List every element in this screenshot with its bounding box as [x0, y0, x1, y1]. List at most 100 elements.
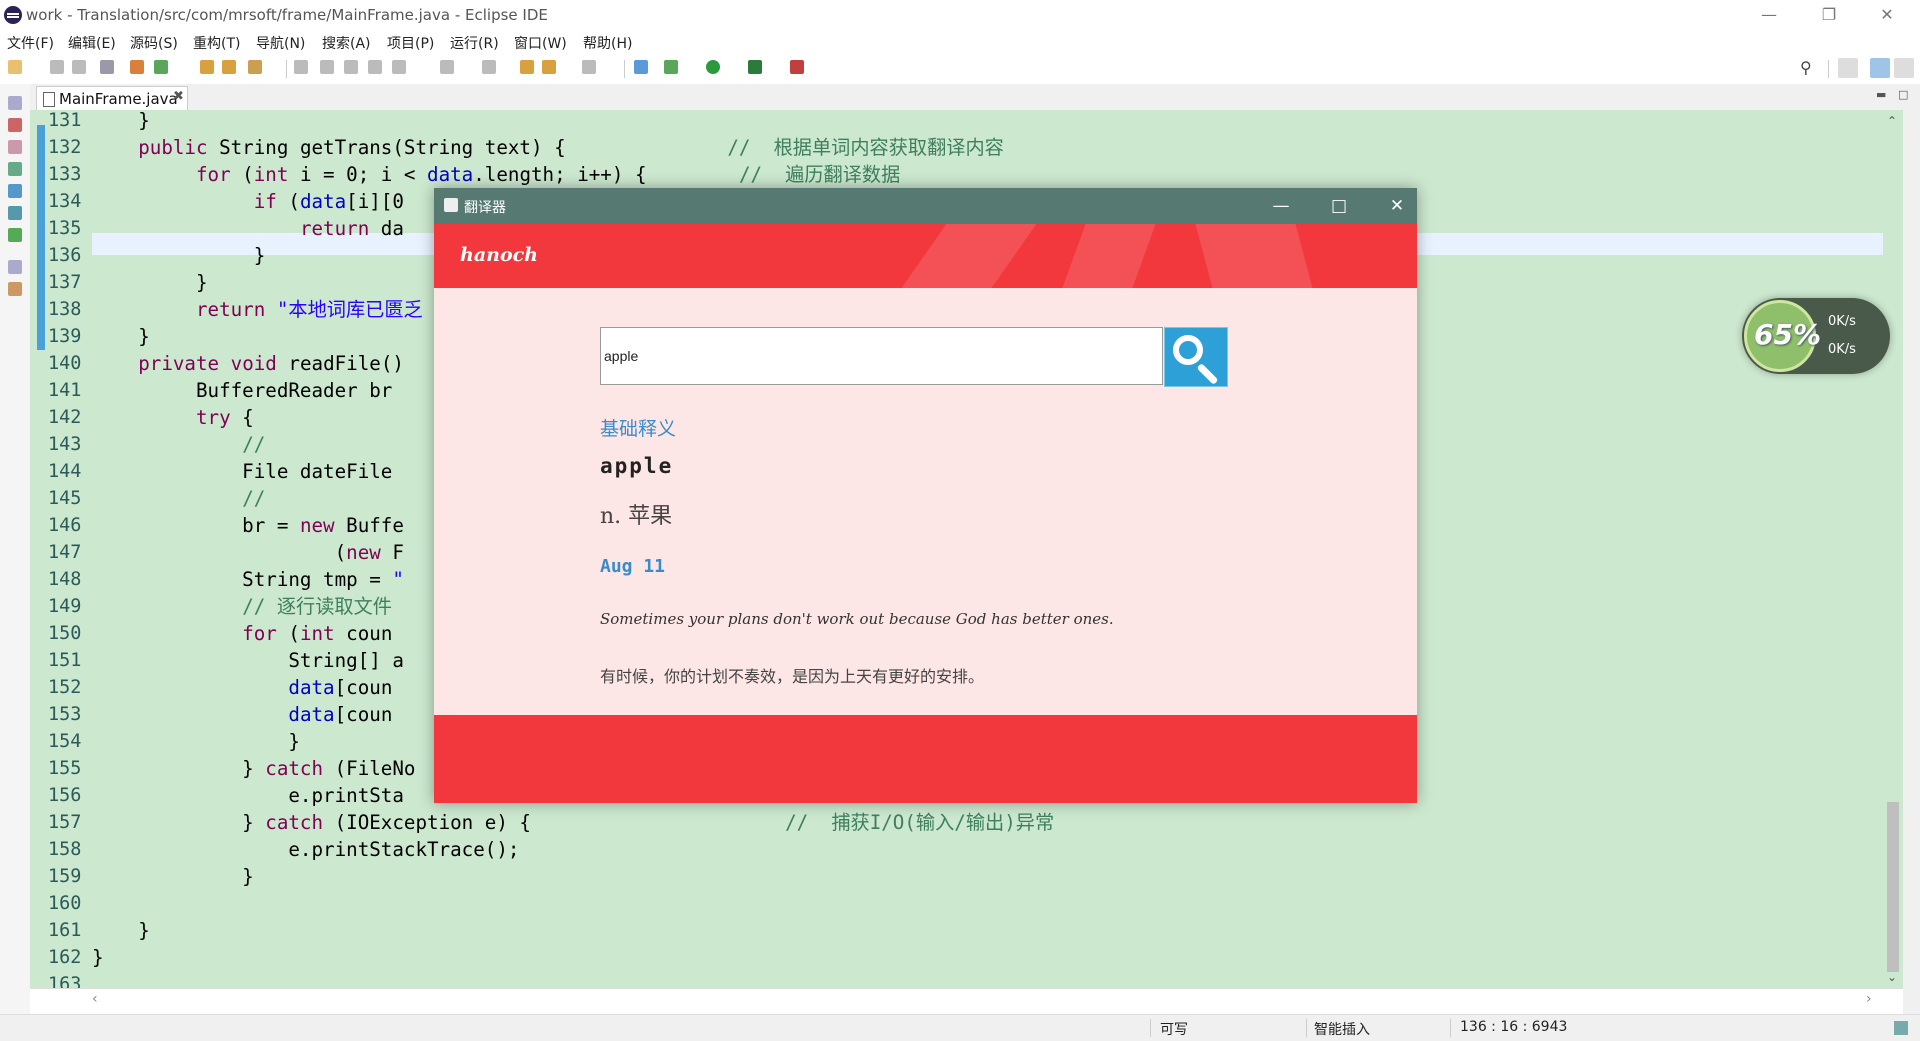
maximize-button[interactable]: ❐: [1806, 3, 1852, 27]
menu-project[interactable]: 项目(P): [387, 33, 434, 53]
code-line[interactable]: }: [92, 917, 1054, 944]
basic-definition-heading: 基础释义: [600, 418, 677, 440]
editor-tab-strip: MainFrame.java ✖ ▬ □: [30, 84, 1920, 111]
new-icon[interactable]: [8, 60, 22, 74]
toolbar-separator: [286, 60, 287, 78]
menu-help[interactable]: 帮助(H): [583, 33, 632, 53]
close-tab-icon[interactable]: ✖: [173, 89, 184, 104]
toggle-block-selection-icon[interactable]: [320, 60, 334, 74]
minimize-button[interactable]: —: [1746, 3, 1792, 27]
debug-perspective-icon[interactable]: [1894, 58, 1914, 78]
next-annotation-icon[interactable]: [440, 60, 454, 74]
scroll-right-icon[interactable]: ›: [1866, 991, 1872, 1007]
network-speed-widget[interactable]: 65% 0K/s 0K/s: [1742, 298, 1890, 374]
dialog-title: 翻译器: [464, 200, 506, 216]
scroll-up-icon[interactable]: ⌃: [1887, 114, 1897, 128]
search-icon[interactable]: ⚲: [1800, 58, 1820, 78]
magnifier-handle: [1196, 363, 1219, 385]
save-icon[interactable]: [50, 60, 64, 74]
scroll-left-icon[interactable]: ‹: [92, 991, 98, 1007]
line-number: 137: [48, 272, 82, 293]
show-whitespace-icon[interactable]: [368, 60, 382, 74]
line-number: 135: [48, 218, 82, 239]
restore-icon[interactable]: [8, 260, 22, 274]
last-edit-icon[interactable]: [520, 60, 534, 74]
debug-icon[interactable]: [664, 60, 678, 74]
notifications-icon[interactable]: [1894, 1021, 1908, 1035]
new-java-class-icon[interactable]: [154, 60, 168, 74]
code-line[interactable]: }: [92, 110, 1054, 134]
status-separator: [1306, 1019, 1307, 1037]
editor-horizontal-scrollbar[interactable]: ‹ ›: [30, 988, 1903, 1015]
search-tool-icon[interactable]: [248, 60, 262, 74]
open-type-icon[interactable]: [200, 60, 214, 74]
pilcrow-icon[interactable]: [392, 60, 406, 74]
scroll-down-icon[interactable]: ⌄: [1887, 970, 1897, 984]
dialog-close-button[interactable]: ✕: [1382, 194, 1412, 218]
problems-icon[interactable]: [8, 162, 22, 176]
outline-icon[interactable]: [8, 140, 22, 154]
run-icon[interactable]: [706, 60, 720, 74]
line-number: 140: [48, 353, 82, 374]
task-list-icon[interactable]: [8, 282, 22, 296]
new-java-package-icon[interactable]: [130, 60, 144, 74]
dialog-maximize-button[interactable]: □: [1324, 194, 1354, 218]
menu-file[interactable]: 文件(F): [7, 33, 54, 53]
menu-run[interactable]: 运行(R): [450, 33, 499, 53]
declaration-icon[interactable]: [8, 206, 22, 220]
prev-annotation-icon[interactable]: [482, 60, 496, 74]
close-button[interactable]: ✕: [1864, 3, 1910, 27]
maximize-view-icon[interactable]: □: [1898, 88, 1910, 101]
open-perspective-icon[interactable]: [1838, 58, 1858, 78]
title-bar: work - Translation/src/com/mrsoft/frame/…: [0, 0, 1920, 30]
code-line[interactable]: [92, 971, 1054, 988]
line-number: 139: [48, 326, 82, 347]
pin-editor-icon[interactable]: [634, 60, 648, 74]
package-explorer-icon[interactable]: [8, 118, 22, 132]
code-line[interactable]: for (int i = 0; i < data.length; i++) { …: [92, 161, 1054, 188]
code-line[interactable]: }: [92, 944, 1054, 971]
menu-search[interactable]: 搜索(A): [322, 33, 371, 53]
search-button[interactable]: [1164, 327, 1228, 387]
word-wrap-icon[interactable]: [344, 60, 358, 74]
coverage-icon[interactable]: [748, 60, 762, 74]
menu-source[interactable]: 源码(S): [130, 33, 178, 53]
line-number: 136: [48, 245, 82, 266]
daily-quote-chinese: 有时候，你的计划不奏效，是因为上天有更好的安排。: [600, 667, 985, 686]
toolbar-separator: [624, 60, 625, 78]
back-icon[interactable]: [542, 60, 556, 74]
code-line[interactable]: [92, 890, 1054, 917]
restore-icon[interactable]: [8, 96, 22, 110]
open-task-icon[interactable]: [222, 60, 236, 74]
toggle-mark-occurrences-icon[interactable]: [294, 60, 308, 74]
editor-vertical-scrollbar[interactable]: ⌃ ⌄: [1883, 110, 1903, 988]
word-search-input[interactable]: [600, 327, 1163, 385]
javadoc-icon[interactable]: [8, 184, 22, 198]
menu-refactor[interactable]: 重构(T): [193, 33, 240, 53]
code-line[interactable]: public String getTrans(String text) { //…: [92, 134, 1054, 161]
menu-edit[interactable]: 编辑(E): [68, 33, 116, 53]
save-all-icon[interactable]: [72, 60, 86, 74]
line-number-gutter: 131 132 133 134 135 136 137 138 139 140 141 142 143 1…: [48, 110, 98, 988]
line-number: 144: [48, 461, 82, 482]
menu-navigate[interactable]: 导航(N): [256, 33, 305, 53]
window-title: work - Translation/src/com/mrsoft/frame/…: [26, 6, 548, 24]
dialog-minimize-button[interactable]: —: [1266, 194, 1296, 218]
forward-icon[interactable]: [582, 60, 596, 74]
menu-window[interactable]: 窗口(W): [514, 33, 567, 53]
scrollbar-thumb[interactable]: [1887, 802, 1899, 972]
code-line[interactable]: } catch (IOException e) { // 捕获I/O(输入/输出…: [92, 809, 1054, 836]
console-icon[interactable]: [8, 228, 22, 242]
minimize-view-icon[interactable]: ▬: [1876, 88, 1888, 101]
tab-mainframe-java[interactable]: MainFrame.java ✖: [36, 86, 188, 111]
line-number: 151: [48, 650, 82, 671]
banner-ray: [1062, 224, 1156, 288]
external-tools-icon[interactable]: [790, 60, 804, 74]
line-number: 142: [48, 407, 82, 428]
code-line[interactable]: }: [92, 863, 1054, 890]
daily-quote-date: Aug 11: [600, 556, 666, 577]
java-perspective-icon[interactable]: [1870, 58, 1890, 78]
code-line[interactable]: e.printStackTrace();: [92, 836, 1054, 863]
skip-breakpoints-icon[interactable]: [100, 60, 114, 74]
status-writable: 可写: [1160, 1022, 1188, 1038]
